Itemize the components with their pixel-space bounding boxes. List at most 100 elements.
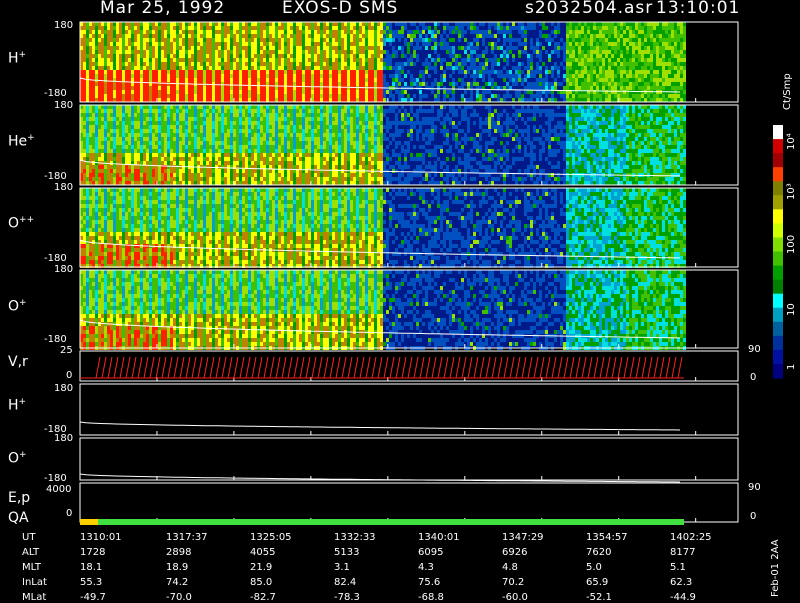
colorbar-swatch-15: [773, 336, 783, 351]
row-value: -70.0: [166, 592, 192, 603]
angle-trace-h: [80, 422, 680, 430]
colorbar-label-10: 10: [786, 303, 797, 316]
row-value: 18.9: [166, 562, 188, 573]
tick-vr-top: 25: [60, 345, 73, 356]
row-value: 55.3: [80, 577, 102, 588]
row-value: 1728: [80, 547, 105, 558]
tick-vr-right-bottom: 0: [750, 372, 756, 383]
panel-label-o-pp: O++: [8, 215, 34, 232]
row-value: -60.0: [502, 592, 528, 603]
panel-frame-5: [80, 384, 738, 435]
row-label: UT: [22, 532, 35, 543]
row-label: InLat: [22, 577, 47, 588]
row-value: 75.6: [418, 577, 440, 588]
row-value: 3.1: [334, 562, 350, 573]
row-value: -78.3: [334, 592, 360, 603]
row-value: 1325:05: [250, 532, 292, 543]
qa-bar-yellow: [80, 519, 98, 525]
row-value: 6095: [418, 547, 443, 558]
row-value: 2898: [166, 547, 191, 558]
colorbar-swatch-16: [773, 350, 783, 365]
row-value: 1347:29: [502, 532, 544, 543]
colorbar-unit: Ct/Smp: [782, 73, 793, 110]
row-value: 4.8: [502, 562, 518, 573]
colorbar-label-1e3: 10³: [786, 183, 797, 200]
panel-label-he-plus: He+: [8, 133, 35, 150]
tick-vr-bottom: 0: [66, 370, 72, 381]
side-note: Feb-01 2AA: [770, 539, 781, 597]
colorbar: [773, 125, 783, 379]
row-value: 4.3: [418, 562, 434, 573]
colorbar-swatch-17: [773, 364, 783, 379]
row-value: 5.0: [586, 562, 602, 573]
row-value: 82.4: [334, 577, 356, 588]
tick-h-top: 180: [54, 20, 73, 31]
colorbar-swatch-13: [773, 308, 783, 323]
colorbar-swatch-10: [773, 266, 783, 281]
plot-area: [0, 0, 800, 600]
tick-op-top: 180: [54, 264, 73, 275]
colorbar-swatch-8: [773, 237, 783, 252]
spectrogram-panels: [80, 22, 686, 350]
row-value: 21.9: [250, 562, 272, 573]
row-label: MLT: [22, 562, 41, 573]
row-value: -68.8: [418, 592, 444, 603]
tick-hline-top: 180: [54, 383, 73, 394]
row-value: 62.3: [670, 577, 692, 588]
colorbar-swatch-6: [773, 209, 783, 224]
panel-label-vr: V,r: [8, 354, 28, 370]
row-value: 85.0: [250, 577, 272, 588]
tick-oline-top: 180: [54, 433, 73, 444]
tick-ep-right-bottom: 0: [750, 511, 756, 522]
row-value: 1310:01: [80, 532, 122, 543]
panel-label-o-line: O+: [8, 450, 27, 467]
colorbar-swatch-0: [773, 125, 783, 140]
row-value: -44.9: [670, 592, 696, 603]
angle-trace-o: [80, 474, 680, 482]
tick-ep-top: 4000: [46, 484, 71, 495]
row-value: -52.1: [586, 592, 612, 603]
row-value: 1354:57: [586, 532, 628, 543]
tick-opp-bottom: -180: [44, 253, 67, 264]
colorbar-swatch-11: [773, 280, 783, 295]
row-value: 1340:01: [418, 532, 460, 543]
tick-vr-right-top: 90: [748, 344, 761, 355]
row-value: 7620: [586, 547, 611, 558]
row-value: 18.1: [80, 562, 102, 573]
panel-label-h-plus: H+: [8, 50, 26, 67]
tick-ep-right-top: 90: [748, 482, 761, 493]
row-value: 5.1: [670, 562, 686, 573]
tick-h-bottom: -180: [44, 88, 67, 99]
row-value: 1332:33: [334, 532, 376, 543]
panel-label-qa: QA: [8, 510, 29, 526]
row-value: 6926: [502, 547, 527, 558]
row-value: -49.7: [80, 592, 106, 603]
colorbar-swatch-14: [773, 322, 783, 337]
colorbar-label-1: 1: [786, 364, 797, 370]
panel-label-ep: E,p: [8, 490, 30, 506]
row-value: 1317:37: [166, 532, 208, 543]
row-value: 8177: [670, 547, 695, 558]
tick-he-bottom: -180: [44, 171, 67, 182]
qa-bar-green: [98, 519, 684, 525]
row-value: 1402:25: [670, 532, 712, 543]
colorbar-label-1e4: 10⁴: [786, 133, 797, 150]
row-value: -82.7: [250, 592, 276, 603]
tick-opp-top: 180: [54, 182, 73, 193]
tick-op-bottom: -180: [44, 334, 67, 345]
row-value: 70.2: [502, 577, 524, 588]
row-value: 5133: [334, 547, 359, 558]
panel-frame-7: [80, 483, 738, 522]
colorbar-swatch-4: [773, 181, 783, 196]
colorbar-label-100: 100: [786, 235, 797, 254]
colorbar-swatch-3: [773, 167, 783, 182]
colorbar-swatch-7: [773, 223, 783, 238]
panel-label-h-line: H+: [8, 397, 26, 414]
panel-label-o-plus: O+: [8, 298, 27, 315]
tick-he-top: 180: [54, 100, 73, 111]
row-value: 4055: [250, 547, 275, 558]
row-label: ALT: [22, 547, 39, 558]
tick-ep-bottom: 0: [66, 508, 72, 519]
colorbar-swatch-9: [773, 252, 783, 267]
colorbar-swatch-12: [773, 294, 783, 309]
